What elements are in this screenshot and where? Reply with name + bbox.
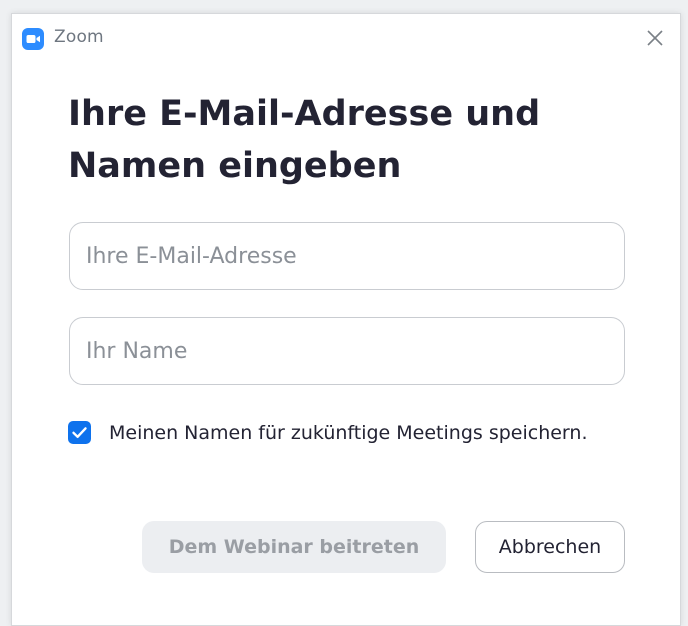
email-field-container	[69, 222, 625, 290]
remember-name-option: Meinen Namen für zukünftige Meetings spe…	[68, 419, 648, 447]
remember-name-checkbox[interactable]	[68, 421, 91, 444]
dialog-heading: Ihre E-Mail-Adresse und Namen eingeben	[68, 94, 541, 186]
checkmark-icon	[72, 427, 87, 438]
close-icon	[647, 30, 663, 46]
close-button[interactable]	[642, 25, 668, 51]
remember-name-label[interactable]: Meinen Namen für zukünftige Meetings spe…	[109, 422, 588, 444]
email-field[interactable]	[86, 223, 606, 289]
cancel-button[interactable]: Abbrechen	[475, 521, 625, 573]
title-bar: Zoom	[12, 14, 680, 60]
window-title: Zoom	[54, 27, 104, 47]
name-field-container	[69, 317, 625, 385]
zoom-dialog-window: Zoom Ihre E-Mail-Adresse und Namen einge…	[11, 13, 681, 626]
join-webinar-button[interactable]: Dem Webinar beitreten	[142, 521, 446, 573]
zoom-camera-icon	[22, 28, 44, 50]
name-field[interactable]	[86, 318, 606, 384]
